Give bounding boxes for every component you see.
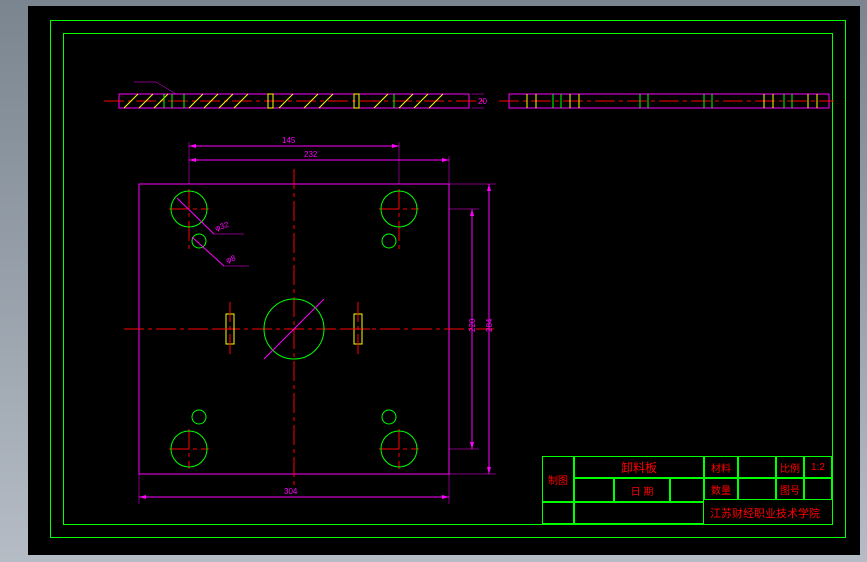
tb-qty-value [738,478,776,500]
tb-dwgno-label: 图号 [776,478,804,500]
plan-view: φ32 φ8 145 232 [124,136,496,504]
tb-scale-value: 1:2 [804,456,832,478]
tb-date-label: 日 期 [614,478,670,502]
dim-width-bottom: 304 [284,487,298,496]
tb-dwgno-value [804,478,832,500]
tb-date-value [670,478,704,502]
dim-hole-spacing-top: 145 [282,136,296,145]
tb-material-value [738,456,776,478]
tb-qty-label: 数量 [704,478,738,500]
tb-blank2 [542,502,574,524]
dim-width-top: 232 [304,150,318,159]
section-view-left: 20 [104,82,487,108]
section-view-right [499,94,834,108]
tb-blank1 [574,478,614,502]
dim-dia-large: φ32 [214,220,231,233]
dim-height-right: 284 [485,318,494,332]
tb-draft-label: 制图 [542,456,574,502]
drawing-frame-inner: 20 [63,33,833,525]
tb-blank3 [574,502,704,524]
tb-material-label: 材料 [704,456,738,478]
dim-dia-small: φ8 [225,253,237,265]
cad-viewport[interactable]: 20 [28,6,860,555]
title-block: 制图 卸料板 材料 比例 1:2 日 期 数量 图号 江苏财经职业技术学院 [542,456,832,524]
tb-institution: 江苏财经职业技术学院 [704,502,832,524]
tb-scale-label: 比例 [776,456,804,478]
drawing-canvas: 20 [64,34,834,526]
dim-hole-spacing-right: 220 [468,318,477,332]
dim-thickness: 20 [478,97,487,106]
tb-part-name: 卸料板 [574,456,704,478]
